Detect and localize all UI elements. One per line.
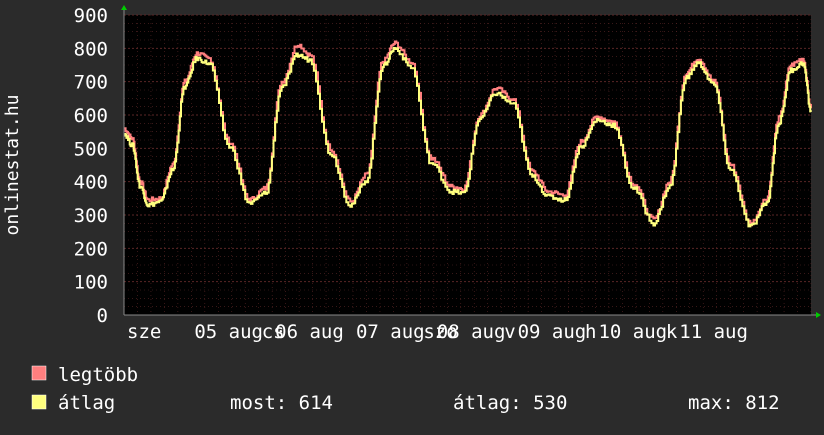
x-tick-label: 06 aug [275,321,344,343]
x-axis-arrow [816,312,821,318]
x-tick-label: 08 aug [437,321,506,343]
y-tick-label: 700 [74,72,108,94]
x-tick-labels: sze 05 augcs06 aug 07 augszo08 augv 09 augh… [127,321,748,343]
x-tick-label: 10 aug [598,321,667,343]
y-tick-label: 300 [74,205,108,227]
y-tick-label: 200 [74,238,108,260]
plot-background [124,15,811,315]
x-tick-label: 07 aug [356,321,425,343]
x-tick-label: h [585,321,596,343]
stat-most: most: 614 [230,392,333,414]
legend-swatch-legtobb [31,365,47,381]
legend-swatch-atlag [31,394,47,410]
x-tick-label: 05 aug [194,321,263,343]
y-tick-label: 0 [97,305,108,327]
y-tick-label: 800 [74,38,108,60]
y-tick-label: 600 [74,105,108,127]
x-tick-label: k [666,321,678,343]
y-tick-label: 900 [74,5,108,27]
chart-panel: 0 100 200 300 400 500 600 700 800 900 sze 05 aug cs… [0,0,824,430]
x-tick-label: 09 aug [518,321,587,343]
legend-label-atlag: átlag [58,392,115,414]
y-tick-label: 500 [74,138,108,160]
x-tick-label: v [504,321,515,343]
y-axis-arrow [121,5,127,10]
stat-atlag: átlag: 530 [453,392,567,414]
y-tick-label: 100 [74,272,108,294]
stat-max: max: 812 [688,392,780,414]
y-axis-label: onlinestat.hu [2,95,23,236]
y-tick-labels: 0 100 200 300 400 500 600 700 800 900 [74,5,108,327]
x-tick-label: sze [127,321,161,343]
x-tick-label: 11 aug [679,321,748,343]
y-tick-label: 400 [74,172,108,194]
chart-svg: 0100200300400500600700800900 sze 05 augcs… [2,5,821,414]
legend-label-legtobb: legtöbb [58,364,138,386]
